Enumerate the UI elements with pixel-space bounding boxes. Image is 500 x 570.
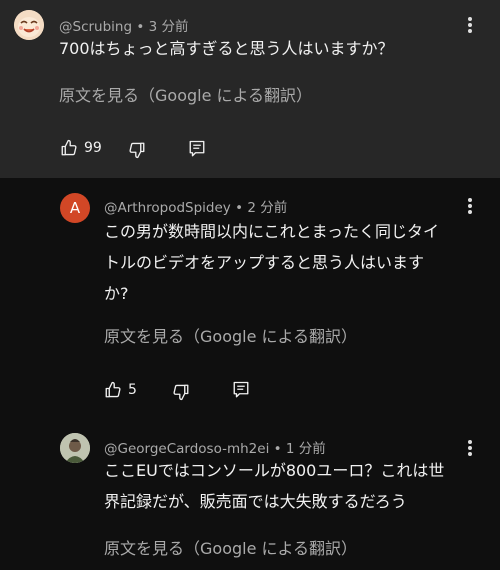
like-button[interactable]: 5 xyxy=(104,381,137,399)
thumb-up-icon xyxy=(105,381,121,398)
see-original-link[interactable]: 原文を見る（Google による翻訳） xyxy=(104,323,357,347)
author-handle[interactable]: @ArthropodSpidey xyxy=(104,200,231,216)
like-count: 99 xyxy=(84,140,102,156)
thumb-down-icon xyxy=(173,384,189,401)
more-vert-icon[interactable] xyxy=(462,196,478,216)
avatar[interactable] xyxy=(60,433,90,463)
avatar[interactable]: A xyxy=(60,193,90,223)
comment-text: 700はちょっと高すぎると思う人はいますか？ xyxy=(59,39,394,58)
comment-text-line: トルのビデオをアップすると思う人はいます xyxy=(104,253,425,272)
comment-text: ここEUではコンソールが800ユーロ？これは世 界記録だが、販売面では大失敗する… xyxy=(104,455,484,517)
reply-icon xyxy=(189,140,205,157)
comment-author-line: @GeorgeCardoso-mh2ei • 1 分前 xyxy=(104,437,326,457)
comment-author-line: @ArthropodSpidey • 2 分前 xyxy=(104,196,287,216)
reply-button[interactable] xyxy=(188,139,206,159)
more-vert-icon[interactable] xyxy=(462,15,478,35)
comment-text-line: 界記録だが、販売面では大失敗するだろう xyxy=(104,492,407,511)
like-button[interactable]: 99 xyxy=(60,139,102,157)
see-original-link[interactable]: 原文を見る（Google による翻訳） xyxy=(104,535,357,559)
thumb-down-icon xyxy=(129,142,145,159)
avatar-face-icon xyxy=(14,10,44,40)
avatar-letter: A xyxy=(69,199,81,217)
dislike-button[interactable] xyxy=(128,141,146,159)
thumb-up-icon xyxy=(61,139,77,156)
separator: • xyxy=(230,200,248,216)
comment-author-line: @Scrubing • 3 分前 xyxy=(59,15,188,35)
avatar[interactable] xyxy=(14,10,44,40)
comment-text-line: か? xyxy=(104,284,129,303)
see-original-link[interactable]: 原文を見る（Google による翻訳） xyxy=(59,82,312,106)
reply-button[interactable] xyxy=(232,380,250,400)
like-count: 5 xyxy=(128,382,137,398)
reply-icon xyxy=(233,381,249,398)
comment-time[interactable]: 2 分前 xyxy=(247,200,287,216)
dislike-button[interactable] xyxy=(172,383,190,401)
avatar-photo-icon xyxy=(60,433,90,463)
comment-text-line: この男が数時間以内にこれとまったく同じタイ xyxy=(104,222,440,241)
comment-text: この男が数時間以内にこれとまったく同じタイ トルのビデオをアップすると思う人はい… xyxy=(104,216,484,309)
comment-text-line: ここEUではコンソールが800ユーロ？これは世 xyxy=(104,461,445,480)
